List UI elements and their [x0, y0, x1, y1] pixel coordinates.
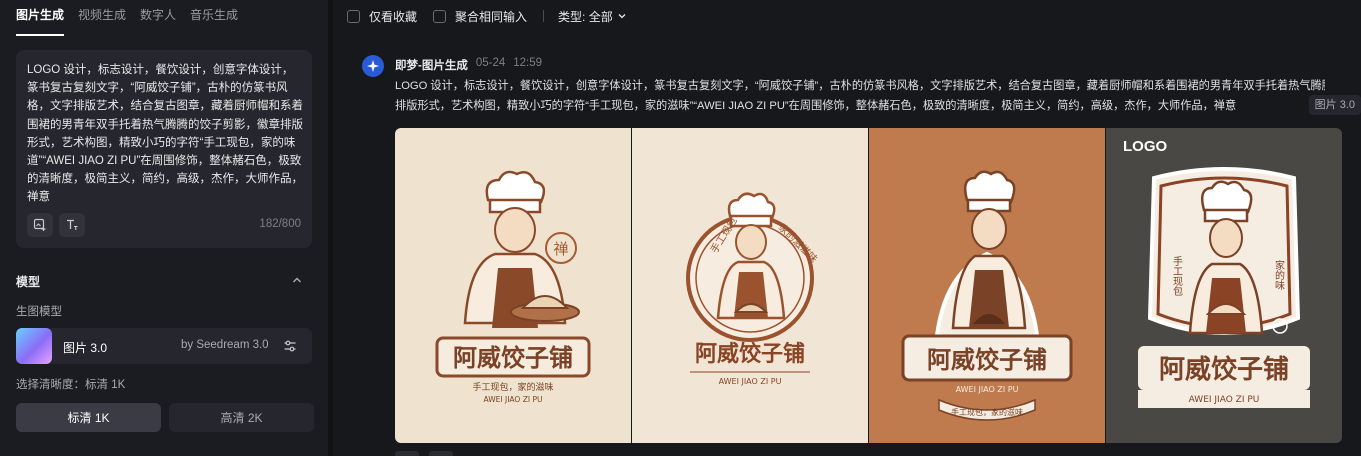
image-2-title: 阿威饺子铺: [695, 341, 805, 367]
toolbar-separator: [543, 10, 545, 22]
image-1-english: AWEI JIAO ZI PU: [484, 395, 543, 404]
image-4-title: 阿威饺子铺: [1159, 354, 1289, 385]
star-spark-icon: [367, 60, 379, 72]
model-badge: 图片 3.0: [1308, 95, 1361, 115]
model-selector[interactable]: 图片 3.0 by Seedream 3.0: [16, 328, 312, 364]
merge-same-input-label: 聚合相同输入: [455, 9, 528, 24]
prompt-text[interactable]: LOGO 设计，标志设计，餐饮设计，创意字体设计，篆书复古复刻文字，“阿威饺子铺…: [27, 61, 303, 207]
text-style-icon: [67, 219, 78, 230]
dreamina-avatar: [362, 55, 384, 77]
message-date: 05-24: [475, 57, 506, 69]
tab-video-generation[interactable]: 视频生成: [78, 0, 126, 36]
image-4-side-left: 手工现包: [1171, 255, 1183, 296]
generated-image-4[interactable]: 手工现包 家的味 阿威饺子铺 AWEI JIAO ZI PU LOGO: [1106, 128, 1342, 443]
image-4-english: AWEI JIAO ZI PU: [1189, 395, 1260, 405]
image-3-title: 阿威饺子铺: [927, 345, 1047, 374]
image-4-side-right: 家的味: [1273, 259, 1285, 290]
results-area: 仅看收藏 聚合相同输入 类型: 全部 即梦-图片生成 05-24 12:59 L…: [333, 0, 1361, 456]
image-plus-icon: [33, 218, 46, 231]
tab-digital-human[interactable]: 数字人: [140, 0, 176, 36]
chevron-down-icon: [618, 14, 626, 19]
chef-logo-illustration: 禅 阿威饺子铺 手工现包，家的滋味 AWEI JIAO ZI PU: [395, 128, 631, 443]
reference-image-button[interactable]: [27, 213, 53, 237]
mode-tabs: 图片生成 视频生成 数字人 音乐生成: [16, 0, 238, 36]
merge-same-input-checkbox[interactable]: [433, 9, 447, 23]
type-filter-label: 类型: 全部: [558, 9, 613, 24]
generated-image-2[interactable]: 手工现包 家的滋滋味 阿威饺子铺 AWEI JIAO ZI PU: [632, 128, 868, 443]
message-header: 即梦-图片生成 05-24 12:59: [395, 57, 542, 73]
settings-sliders-icon[interactable]: [283, 339, 297, 353]
generated-image-3[interactable]: 阿威饺子铺 AWEI JIAO ZI PU 手工现包，家的滋味: [869, 128, 1105, 443]
logo-tag: LOGO: [1123, 138, 1168, 155]
model-provider: by Seedream 3.0: [181, 339, 269, 351]
merge-same-input-toggle[interactable]: 聚合相同输入: [433, 8, 527, 25]
generation-model-label: 生图模型: [16, 306, 62, 318]
chef-dark-logo-illustration: 手工现包 家的味 阿威饺子铺 AWEI JIAO ZI PU: [1106, 128, 1342, 443]
quality-label: 选择清晰度：标清 1K: [16, 379, 126, 391]
image-action-button-2[interactable]: [429, 451, 453, 456]
left-panel: 图片生成 视频生成 数字人 音乐生成 LOGO 设计，标志设计，餐饮设计，创意字…: [0, 0, 328, 456]
chevron-up-icon[interactable]: [290, 273, 304, 287]
image-3-slogan: 手工现包，家的滋味: [951, 407, 1023, 417]
image-3-english: AWEI JIAO ZI PU: [956, 385, 1019, 394]
message-prompt-line-2: 排版形式，艺术构图，精致小巧的字符“手工现包，家的滋味”“AWEI JIAO Z…: [395, 100, 1237, 112]
filter-toolbar: 仅看收藏 聚合相同输入 类型: 全部: [347, 7, 628, 25]
generated-image-1[interactable]: 禅 阿威饺子铺 手工现包，家的滋味 AWEI JIAO ZI PU: [395, 128, 631, 443]
chef-badge-illustration: 手工现包 家的滋滋味 阿威饺子铺 AWEI JIAO ZI PU: [632, 128, 868, 443]
tab-music-generation[interactable]: 音乐生成: [190, 0, 238, 36]
quality-1k-button[interactable]: 标清 1K: [16, 403, 161, 432]
text-format-button[interactable]: [59, 213, 85, 237]
type-filter-dropdown[interactable]: 类型: 全部: [558, 8, 628, 25]
prompt-char-counter: 182/800: [259, 218, 301, 230]
image-action-button[interactable]: [395, 451, 419, 456]
stamp-glyph: 禅: [553, 240, 568, 258]
message-prompt: LOGO 设计，标志设计，餐饮设计，创意字体设计，篆书复古复刻文字，“阿威饺子铺…: [395, 76, 1325, 116]
only-favorites-label: 仅看收藏: [369, 9, 418, 24]
only-favorites-checkbox[interactable]: [347, 9, 360, 23]
prompt-box[interactable]: LOGO 设计，标志设计，餐饮设计，创意字体设计，篆书复古复刻文字，“阿威饺子铺…: [16, 50, 312, 248]
quality-2k-button[interactable]: 高清 2K: [169, 403, 314, 432]
message-sender: 即梦-图片生成: [395, 60, 468, 72]
tab-image-generation[interactable]: 图片生成: [16, 0, 65, 36]
chef-ochre-illustration: 阿威饺子铺 AWEI JIAO ZI PU 手工现包，家的滋味: [869, 128, 1105, 443]
image-1-title: 阿威饺子铺: [453, 343, 573, 372]
message-time: 12:59: [513, 57, 543, 69]
image-1-slogan: 手工现包，家的滋味: [472, 381, 553, 393]
only-favorites-toggle[interactable]: 仅看收藏: [347, 8, 417, 25]
app-root: 图片生成 视频生成 数字人 音乐生成 LOGO 设计，标志设计，餐饮设计，创意字…: [0, 0, 1361, 456]
model-thumbnail: [16, 328, 52, 364]
model-section-title: 模型: [16, 275, 41, 289]
image-2-english: AWEI JIAO ZI PU: [719, 377, 782, 386]
model-name: 图片 3.0: [63, 341, 108, 355]
message-prompt-line-1: LOGO 设计，标志设计，餐饮设计，创意字体设计，篆书复古复刻文字，“阿威饺子铺…: [395, 80, 1325, 92]
